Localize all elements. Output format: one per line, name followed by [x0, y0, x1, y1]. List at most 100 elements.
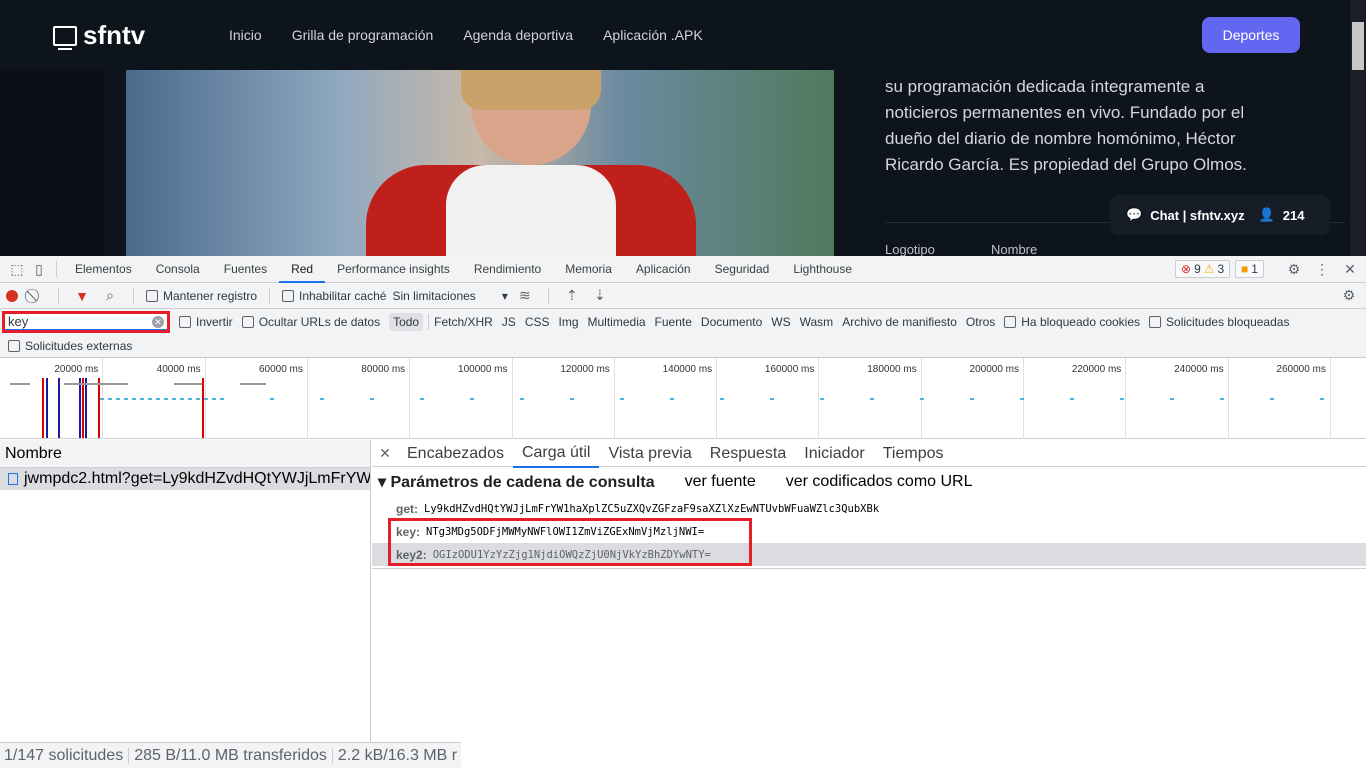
tab-aplicacion[interactable]: Aplicación: [624, 256, 703, 283]
request-row[interactable]: jwmpdc2.html?get=Ly9kdHZvdHQtYWJjLmFrYW1…: [0, 468, 370, 490]
logo-text: sfntv: [83, 20, 146, 50]
timeline-tick-label: 140000 ms: [662, 364, 713, 375]
tab-seguridad[interactable]: Seguridad: [703, 256, 782, 283]
nav-apk[interactable]: Aplicación .APK: [603, 27, 703, 43]
timeline-request-bar: [140, 398, 144, 400]
issues-badge[interactable]: ■ 1: [1235, 260, 1264, 278]
throttle-value: Sin limitaciones: [392, 288, 476, 303]
timeline-request-bar: [148, 398, 152, 400]
type-wasm[interactable]: Wasm: [800, 315, 834, 329]
throttle-select[interactable]: Sin limitaciones ▾: [392, 289, 507, 303]
type-img[interactable]: Img: [559, 315, 579, 329]
preserve-log-checkbox[interactable]: Mantener registro: [146, 289, 257, 303]
blocked-cookies-checkbox[interactable]: Ha bloqueado cookies: [1004, 315, 1140, 329]
type-ws[interactable]: WS: [771, 315, 790, 329]
tab-iniciador[interactable]: Iniciador: [795, 440, 873, 467]
tab-red[interactable]: Red: [279, 256, 326, 283]
tab-respuesta[interactable]: Respuesta: [701, 440, 796, 467]
clear-icon[interactable]: ⃠: [24, 287, 46, 304]
filter-bar-2: Solicitudes externas: [0, 334, 1366, 358]
timeline-tick-label: 180000 ms: [867, 364, 917, 375]
tab-tiempos[interactable]: Tiempos: [874, 440, 953, 467]
timeline-request-bar: [1020, 398, 1024, 400]
view-encoded-link[interactable]: ver codificados como URL: [786, 473, 973, 491]
timeline-request-bar: [180, 398, 184, 400]
search-icon[interactable]: ⌕: [99, 287, 121, 304]
timeline-request-bar: [132, 398, 136, 400]
timeline-gridline: [306, 358, 308, 439]
tab-fuentes[interactable]: Fuentes: [212, 256, 279, 283]
type-documento[interactable]: Documento: [701, 315, 762, 329]
timeline-event-line: [42, 378, 44, 438]
timeline-request-bar: [820, 398, 824, 400]
site-logo[interactable]: sfntv: [53, 20, 145, 51]
timeline-event-line: [85, 378, 87, 438]
deportes-button[interactable]: Deportes: [1202, 17, 1300, 53]
network-toolbar: ⃠ ▼ ⌕ Mantener registro Inhabilitar cach…: [0, 283, 1366, 309]
tab-elementos[interactable]: Elementos: [63, 256, 144, 283]
invert-checkbox[interactable]: Invertir: [179, 315, 233, 329]
timeline-tick-label: 60000 ms: [258, 364, 303, 375]
type-js[interactable]: JS: [502, 315, 516, 329]
tab-performance-insights[interactable]: Performance insights: [325, 256, 462, 283]
timeline-gridline: [1329, 358, 1331, 439]
disable-cache-checkbox[interactable]: Inhabilitar caché: [282, 289, 386, 303]
network-conditions-icon[interactable]: ≋: [514, 287, 536, 304]
column-nombre[interactable]: Nombre: [0, 440, 370, 468]
tab-memoria[interactable]: Memoria: [553, 256, 624, 283]
nav-grilla[interactable]: Grilla de programación: [292, 27, 434, 43]
import-icon[interactable]: ⇡: [561, 287, 583, 304]
more-icon[interactable]: ⋮: [1311, 261, 1333, 278]
close-icon[interactable]: ✕: [1339, 261, 1361, 278]
filter-input[interactable]: key ✕: [2, 310, 170, 333]
timeline-gridline: [409, 358, 411, 439]
device-toolbar-icon[interactable]: ▯: [28, 261, 50, 278]
close-detail-icon[interactable]: ✕: [374, 445, 396, 462]
network-overview-timeline[interactable]: 20000 ms 40000 ms 60000 ms 80000 ms 100000 m…: [0, 358, 1366, 439]
separator: [331, 747, 333, 764]
network-settings-icon[interactable]: ⚙: [1338, 287, 1360, 304]
filter-icon[interactable]: ▼: [71, 288, 93, 304]
timeline-request-bar: [570, 398, 574, 400]
timeline-request-bar: [1320, 398, 1324, 400]
video-player[interactable]: [126, 70, 834, 256]
timeline-request-bar: [870, 398, 874, 400]
blocked-requests-label: Solicitudes bloqueadas: [1166, 314, 1290, 329]
type-css[interactable]: CSS: [525, 315, 550, 329]
chevron-down-icon: ▾: [501, 288, 508, 303]
tab-vista-previa[interactable]: Vista previa: [599, 440, 700, 467]
type-otros[interactable]: Otros: [966, 315, 995, 329]
tab-lighthouse[interactable]: Lighthouse: [781, 256, 864, 283]
view-source-link[interactable]: ver fuente: [685, 473, 756, 491]
timeline-event-line: [82, 378, 84, 438]
type-todo[interactable]: Todo: [389, 312, 424, 331]
hide-data-urls-checkbox[interactable]: Ocultar URLs de datos: [241, 315, 380, 329]
timeline-request-bar: [720, 398, 724, 400]
nav-agenda[interactable]: Agenda deportiva: [463, 27, 573, 43]
channel-description: su programación dedicada íntegramente a …: [885, 77, 1247, 174]
blocked-requests-checkbox[interactable]: Solicitudes bloqueadas: [1149, 315, 1289, 329]
issue-count: 1: [1251, 262, 1258, 276]
tab-consola[interactable]: Consola: [144, 256, 212, 283]
nav-inicio[interactable]: Inicio: [229, 27, 262, 43]
tab-encabezados[interactable]: Encabezados: [398, 440, 513, 467]
type-fetch-xhr[interactable]: Fetch/XHR: [434, 315, 493, 329]
section-header[interactable]: ▾ Parámetros de cadena de consulta: [378, 472, 655, 492]
filter-value: key: [8, 313, 29, 329]
settings-icon[interactable]: ⚙: [1283, 261, 1305, 278]
type-fuente[interactable]: Fuente: [655, 315, 692, 329]
inspect-icon[interactable]: ⬚: [6, 261, 28, 278]
errors-warnings-badge[interactable]: ⊗ 9 ⚠ 3: [1175, 260, 1231, 278]
tab-rendimiento[interactable]: Rendimiento: [462, 256, 553, 283]
tab-carga-util[interactable]: Carga útil: [512, 439, 600, 468]
page-scrollbar[interactable]: [1350, 0, 1366, 256]
type-multimedia[interactable]: Multimedia: [588, 315, 646, 329]
chat-button[interactable]: 💬 Chat | sfntv.xyz 👤 214: [1110, 195, 1330, 235]
detail-tabs: ✕ Encabezados Carga útil Vista previa Re…: [372, 439, 1366, 468]
export-icon[interactable]: ⇣: [589, 287, 611, 304]
record-icon[interactable]: [6, 289, 18, 302]
external-requests-checkbox[interactable]: Solicitudes externas: [8, 339, 132, 353]
clear-filter-icon[interactable]: ✕: [152, 315, 164, 328]
timeline-request-bar: [470, 398, 474, 400]
type-manifest[interactable]: Archivo de manifiesto: [842, 315, 957, 329]
